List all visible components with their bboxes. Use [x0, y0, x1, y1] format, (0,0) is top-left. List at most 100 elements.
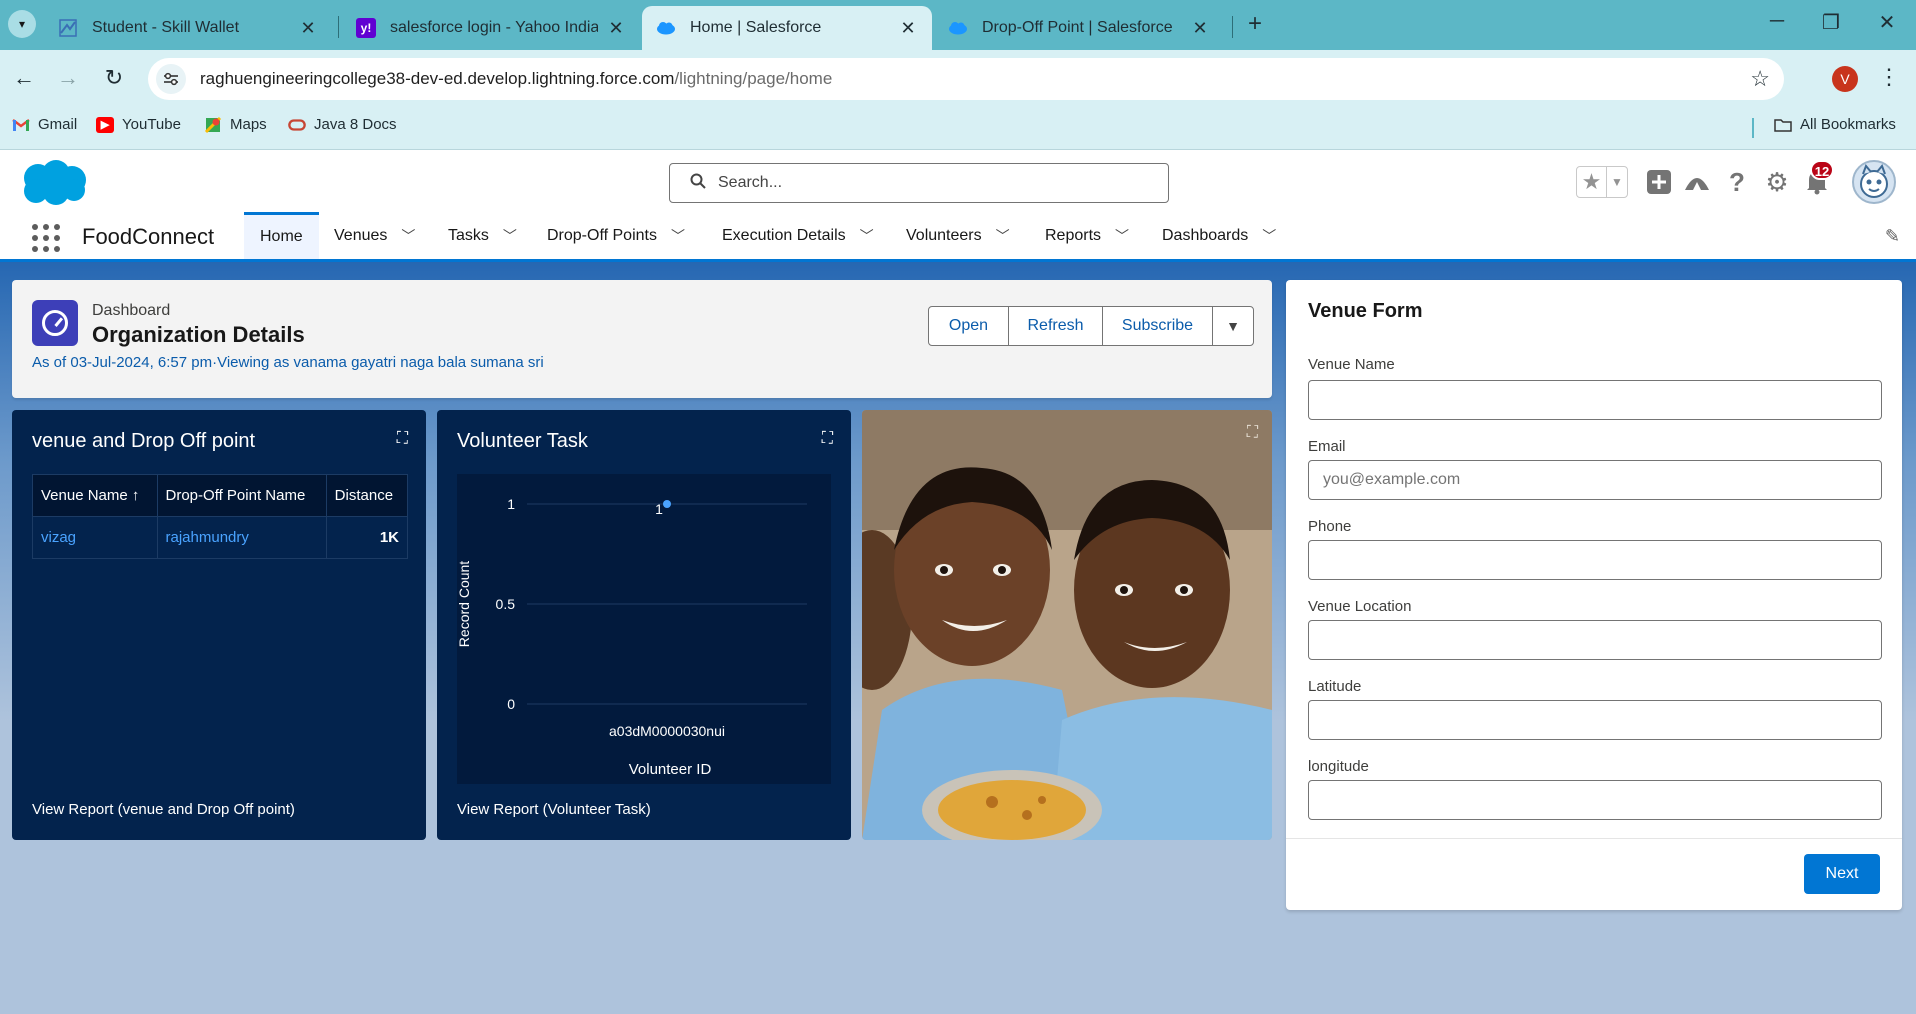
email-input[interactable] — [1308, 460, 1882, 500]
trailhead-button[interactable] — [1682, 164, 1712, 200]
close-window-button[interactable]: ✕ — [1872, 10, 1902, 35]
more-actions-button[interactable]: ▼ — [1213, 307, 1253, 345]
venue-location-input[interactable] — [1308, 620, 1882, 660]
email-label: Email — [1308, 438, 1346, 455]
user-avatar[interactable] — [1852, 160, 1896, 204]
back-button[interactable]: ← — [10, 64, 38, 92]
nav-item-label: Volunteers — [906, 226, 982, 244]
restore-icon: ❐ — [1822, 12, 1840, 34]
setup-button[interactable]: ⚙ — [1762, 164, 1792, 200]
bookmarks-divider — [1752, 118, 1754, 138]
column-header[interactable]: Venue Name ↑ — [32, 474, 158, 517]
close-icon[interactable]: ✕ — [1190, 18, 1210, 39]
nav-item-label: Execution Details — [722, 226, 846, 244]
browser-tab-active[interactable]: Home | Salesforce ✕ — [642, 6, 932, 50]
chevron-down-icon[interactable]: ﹀ — [996, 226, 1010, 246]
next-button[interactable]: Next — [1804, 854, 1880, 894]
chevron-down-icon[interactable]: ﹀ — [503, 226, 517, 246]
subscribe-button[interactable]: Subscribe — [1103, 307, 1213, 345]
star-icon[interactable]: ★ — [1577, 167, 1607, 197]
venue-name-input[interactable] — [1308, 380, 1882, 420]
longitude-input[interactable] — [1308, 780, 1882, 820]
latitude-input[interactable] — [1308, 700, 1882, 740]
favorites-button-group[interactable]: ★ ▼ — [1576, 166, 1628, 198]
tab-search-button[interactable]: ▾ — [8, 10, 36, 38]
nav-item-volunteers[interactable]: Volunteers ﹀ — [906, 212, 1010, 259]
data-label: 1 — [655, 501, 663, 517]
salesforce-cloud-icon — [948, 18, 968, 38]
global-search-input[interactable]: Search... — [669, 163, 1169, 203]
app-launcher-icon[interactable] — [32, 224, 60, 252]
tab-title: salesforce login - Yahoo India S — [390, 19, 598, 36]
bookmark-gmail[interactable]: Gmail — [12, 116, 77, 133]
reload-button[interactable]: ↻ — [100, 64, 128, 92]
nav-item-drop-off-points[interactable]: Drop-Off Points ﹀ — [547, 212, 685, 259]
column-header[interactable]: Drop-Off Point Name — [156, 474, 327, 517]
chevron-down-icon: ▼ — [1226, 318, 1240, 334]
bookmarks-bar: Gmail ▶ YouTube Maps Java 8 Docs All Boo… — [0, 106, 1916, 150]
y-tick-label: 0.5 — [496, 596, 516, 612]
dashboard-header: Dashboard Organization Details As of 03-… — [12, 280, 1272, 398]
view-report-link[interactable]: View Report (venue and Drop Off point) — [32, 801, 295, 818]
close-icon[interactable]: ✕ — [606, 18, 626, 39]
form-divider — [1286, 838, 1902, 839]
browser-tab[interactable]: Drop-Off Point | Salesforce ✕ — [934, 6, 1224, 50]
y-tick-label: 0 — [507, 696, 515, 712]
nav-item-dashboards[interactable]: Dashboards ﹀ — [1162, 212, 1276, 259]
nav-item-execution-details[interactable]: Execution Details ﹀ — [722, 212, 874, 259]
new-tab-button[interactable]: + — [1240, 10, 1270, 38]
gmail-icon — [12, 117, 30, 133]
browser-tab[interactable]: Student - Skill Wallet ✕ — [44, 6, 332, 50]
close-icon[interactable]: ✕ — [898, 18, 918, 39]
nav-item-tasks[interactable]: Tasks ﹀ — [448, 212, 517, 259]
close-icon[interactable]: ✕ — [298, 18, 318, 39]
help-button[interactable]: ? — [1722, 164, 1752, 200]
address-bar[interactable]: raghuengineeringcollege38-dev-ed.develop… — [148, 58, 1784, 100]
phone-label: Phone — [1308, 518, 1352, 535]
bookmark-java-docs[interactable]: Java 8 Docs — [288, 116, 397, 133]
drop-off-point-link[interactable]: rajahmundry — [156, 516, 327, 559]
browser-menu-icon[interactable]: ⋮ — [1878, 64, 1900, 90]
forward-button[interactable]: → — [54, 64, 82, 92]
venue-name-link[interactable]: vizag — [32, 516, 158, 559]
bookmark-star-icon[interactable]: ☆ — [1750, 66, 1770, 92]
phone-input[interactable] — [1308, 540, 1882, 580]
browser-tab[interactable]: y! salesforce login - Yahoo India S ✕ — [342, 6, 640, 50]
bookmark-youtube[interactable]: ▶ YouTube — [96, 116, 181, 133]
data-point[interactable] — [663, 500, 671, 508]
profile-avatar[interactable]: V — [1832, 66, 1858, 92]
expand-icon[interactable]: ⛶ — [397, 430, 408, 448]
chevron-down-icon[interactable]: ﹀ — [1115, 226, 1129, 246]
distance-value: 1K — [325, 516, 409, 559]
chevron-down-icon[interactable]: ﹀ — [1262, 226, 1276, 246]
browser-tab-bar: ▾ Student - Skill Wallet ✕ y! salesforce… — [0, 0, 1916, 50]
global-actions-button[interactable] — [1644, 164, 1674, 200]
column-header[interactable]: Distance — [325, 474, 409, 517]
site-settings-icon[interactable] — [156, 64, 186, 94]
chevron-down-icon[interactable]: ﹀ — [671, 226, 685, 246]
chevron-down-icon[interactable]: ﹀ — [401, 226, 415, 246]
nav-item-home[interactable]: Home — [244, 212, 319, 259]
bookmark-maps[interactable]: Maps — [204, 116, 267, 133]
chevron-down-icon[interactable]: ▼ — [1607, 167, 1627, 197]
app-navigation-bar: FoodConnect Home Venues ﹀ Tasks ﹀ Drop-Off… — [0, 212, 1916, 262]
tab-title: Drop-Off Point | Salesforce — [982, 19, 1173, 36]
salesforce-logo[interactable] — [16, 158, 90, 208]
view-report-link[interactable]: View Report (Volunteer Task) — [457, 801, 651, 818]
minimize-button[interactable]: ─ — [1762, 10, 1792, 33]
expand-icon[interactable]: ⛶ — [1247, 424, 1258, 442]
nav-item-label: Drop-Off Points — [547, 226, 657, 244]
restore-button[interactable]: ❐ — [1816, 10, 1846, 35]
nav-item-venues[interactable]: Venues ﹀ — [334, 212, 415, 259]
refresh-button[interactable]: Refresh — [1009, 307, 1103, 345]
bookmark-label: Maps — [230, 116, 267, 133]
edit-nav-pencil-icon[interactable]: ✎ — [1885, 226, 1900, 247]
open-button[interactable]: Open — [929, 307, 1009, 345]
salesforce-global-header: Search... ★ ▼ ? ⚙ 12 — [0, 150, 1916, 212]
yahoo-icon: y! — [356, 18, 376, 38]
url-host: raghuengineeringcollege38-dev-ed.develop… — [200, 69, 675, 88]
expand-icon[interactable]: ⛶ — [822, 430, 833, 448]
all-bookmarks-button[interactable]: All Bookmarks — [1774, 116, 1896, 133]
nav-item-reports[interactable]: Reports ﹀ — [1045, 212, 1129, 259]
chevron-down-icon[interactable]: ﹀ — [860, 226, 874, 246]
